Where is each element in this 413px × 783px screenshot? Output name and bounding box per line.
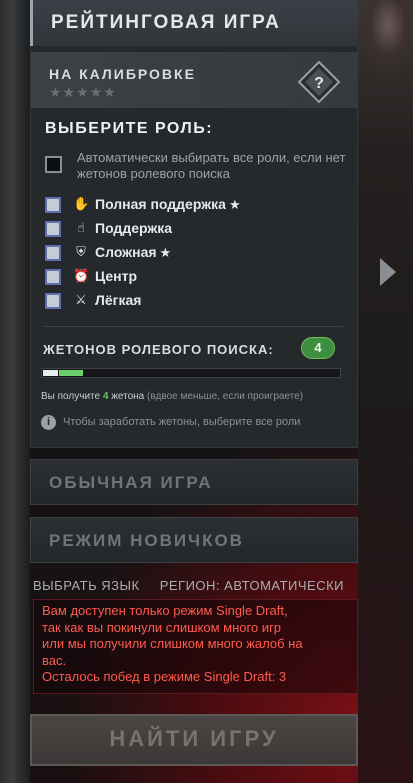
role-label-full-support: Полная поддержка ★ xyxy=(95,196,241,212)
safe-lane-sword-icon: ⚔ xyxy=(75,292,87,307)
role-row-support[interactable]: ☝ Поддержка xyxy=(43,219,343,239)
role-checkbox-mid[interactable] xyxy=(45,269,61,285)
warning-line: Осталось побед в режиме Single Draft: 3 xyxy=(42,669,287,684)
choose-role-title: ВЫБЕРИТЕ РОЛЬ: xyxy=(45,120,214,137)
gain-word: жетона xyxy=(111,391,145,402)
role-tokens-progress-gain xyxy=(59,370,83,376)
role-checkbox-offlane[interactable] xyxy=(45,245,61,261)
gain-note: (вдвое меньше, если проиграете) xyxy=(147,391,304,402)
select-language-link[interactable]: ВЫБРАТЬ ЯЗЫК xyxy=(33,578,140,593)
calibration-stars: ★★★★★ xyxy=(49,84,117,100)
role-tokens-progress-current xyxy=(43,370,58,376)
calibration-label: НА КАЛИБРОВКЕ xyxy=(49,66,196,82)
newbie-mode-label: РЕЖИМ НОВИЧКОВ xyxy=(49,531,244,550)
find-game-label: НАЙТИ ИГРУ xyxy=(109,726,279,751)
role-label-offlane: Сложная ★ xyxy=(95,244,172,260)
newbie-mode-button[interactable]: РЕЖИМ НОВИЧКОВ xyxy=(30,517,358,563)
info-icon: i xyxy=(41,415,56,430)
normal-game-button[interactable]: ОБЫЧНАЯ ИГРА xyxy=(30,459,358,505)
background-right-art xyxy=(358,0,413,783)
ranked-options-panel: НА КАЛИБРОВКЕ ★★★★★ ? ВЫБЕРИТЕ РОЛЬ: Авт… xyxy=(30,46,358,448)
full-support-icon: ✋ xyxy=(73,196,90,211)
role-checkbox-full-support[interactable] xyxy=(45,197,61,213)
footer-links: ВЫБРАТЬ ЯЗЫК РЕГИОН: АВТОМАТИЧЕСКИ xyxy=(33,578,360,593)
normal-game-label: ОБЫЧНАЯ ИГРА xyxy=(49,473,213,492)
role-label-safe-lane: Лёгкая xyxy=(95,292,142,308)
role-tokens-info-text: Чтобы заработать жетоны, выберите все ро… xyxy=(63,416,301,428)
single-draft-warning: Вам доступен только режим Single Draft, … xyxy=(33,599,358,694)
role-label-mid: Центр xyxy=(95,268,138,284)
calibration-status: НА КАЛИБРОВКЕ ★★★★★ ? xyxy=(31,52,357,108)
warning-line: или мы получили слишком много жалоб на xyxy=(42,636,303,651)
role-row-offlane[interactable]: ⛨ Сложная ★ xyxy=(43,243,343,263)
role-tokens-progress-bar xyxy=(41,368,341,378)
ranked-mode-title: РЕЙТИНГОВАЯ ИГРА xyxy=(51,12,281,33)
background-hero-art xyxy=(358,0,413,90)
offlane-shield-icon: ⛨ xyxy=(76,244,86,259)
preferred-star-icon: ★ xyxy=(228,197,241,212)
background-left-art xyxy=(0,0,30,783)
role-tokens-label: ЖЕТОНОВ РОЛЕВОГО ПОИСКА: xyxy=(43,342,274,357)
gain-number: 4 xyxy=(102,391,109,402)
role-row-mid[interactable]: ⏰ Центр xyxy=(43,267,343,287)
region-select-link[interactable]: РЕГИОН: АВТОМАТИЧЕСКИ xyxy=(160,578,344,593)
warning-line: Вам доступен только режим Single Draft, xyxy=(42,603,288,618)
find-game-button[interactable]: НАЙТИ ИГРУ xyxy=(30,714,358,766)
warning-line: вас. xyxy=(42,652,67,668)
role-label-support: Поддержка xyxy=(95,220,173,236)
auto-select-roles-checkbox[interactable] xyxy=(45,156,62,173)
gain-prefix: Вы получите xyxy=(41,391,101,402)
role-row-safe-lane[interactable]: ⚔ Лёгкая xyxy=(43,291,343,311)
rank-medal-symbol: ? xyxy=(314,75,324,92)
warning-line: так как вы покинули слишком много игр xyxy=(42,619,282,635)
ranked-mode-header[interactable]: РЕЙТИНГОВАЯ ИГРА xyxy=(30,0,358,46)
role-tokens-gain-text: Вы получите 4 жетона (вдвое меньше, если… xyxy=(41,391,303,402)
support-icon: ☝ xyxy=(77,220,85,235)
role-row-full-support[interactable]: ✋ Полная поддержка ★ xyxy=(43,195,343,215)
role-tokens-count-badge: 4 xyxy=(301,337,335,359)
rank-medal-icon[interactable]: ? xyxy=(297,60,341,104)
preferred-star-icon: ★ xyxy=(159,245,172,260)
section-divider xyxy=(43,326,343,327)
role-checkbox-safe-lane[interactable] xyxy=(45,293,61,309)
next-arrow-icon[interactable] xyxy=(380,258,396,286)
auto-select-roles-label: Автоматически выбирать все роли, если не… xyxy=(77,150,346,181)
role-checkbox-support[interactable] xyxy=(45,221,61,237)
mid-lane-icon: ⏰ xyxy=(73,268,90,283)
